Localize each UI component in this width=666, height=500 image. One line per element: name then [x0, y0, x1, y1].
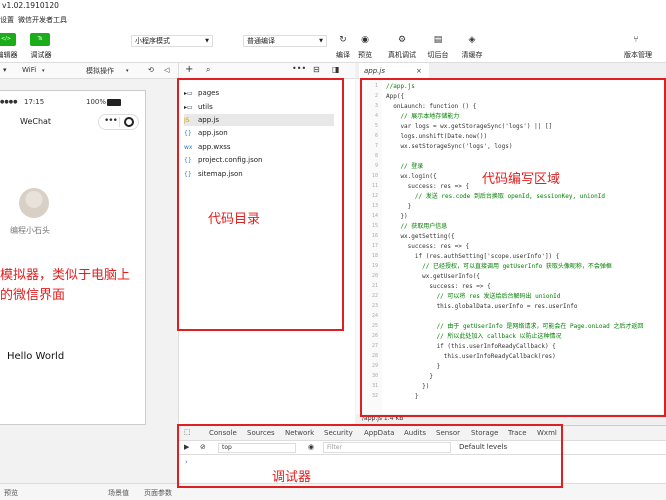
battery-icon	[107, 99, 121, 106]
tab-app-js[interactable]: app.js ×	[359, 63, 429, 79]
nickname: 编程小石头	[10, 226, 50, 235]
nav-title: WeChat	[20, 117, 52, 126]
compile-select-value: 普通编译	[247, 37, 275, 45]
mode-select-value: 小程序模式	[135, 37, 170, 45]
version-control-button[interactable]: 版本管理	[618, 50, 658, 60]
debugger-annotation-label: 调试器	[272, 470, 312, 485]
chevron-down-icon: ▾	[42, 68, 45, 74]
status-time: 17:15	[24, 98, 45, 106]
compile-select[interactable]: 普通编译 ▼	[243, 35, 327, 47]
chevron-down-icon[interactable]: ▾	[3, 66, 7, 74]
simulator-annotation-line2: 的微信界面	[0, 288, 66, 303]
menu-item-devtools[interactable]: 微信开发者工具	[18, 15, 67, 25]
version-control-icon[interactable]: ⑂	[630, 34, 642, 46]
mode-select[interactable]: 小程序模式 ▼	[131, 35, 213, 47]
editor-annotation-label: 代码编写区域	[482, 172, 561, 187]
phone-nav-bar: WeChat •••	[0, 111, 146, 133]
debugger-toggle-label: 调试器	[30, 51, 52, 59]
preview-button[interactable]: 预览	[355, 50, 375, 60]
phone-simulator	[0, 90, 146, 425]
clear-cache-icon[interactable]: ◈	[466, 34, 478, 46]
close-icon[interactable]: ×	[416, 63, 422, 79]
remote-debug-button[interactable]: 真机调试	[385, 50, 419, 60]
page-params-link[interactable]: 页面参数	[144, 488, 172, 498]
avatar	[19, 188, 49, 218]
more-icon[interactable]: •••	[292, 64, 306, 73]
search-icon[interactable]: ⌕	[206, 65, 210, 75]
chevron-down-icon: ▾	[126, 68, 129, 74]
menu-item-settings[interactable]: 设置	[0, 15, 14, 25]
background-icon[interactable]: ▤	[432, 34, 444, 46]
file-tree-toolbar: + ⌕ ••• ⊟ ◨	[179, 63, 355, 79]
debugger-toggle-button[interactable]: Ts	[30, 33, 50, 46]
clear-cache-button[interactable]: 清缓存	[458, 50, 486, 60]
capsule-divider	[119, 117, 120, 127]
editor-toggle-label: 编辑器	[0, 51, 18, 59]
preview-icon[interactable]: ◉	[359, 34, 371, 46]
editor-tabs: app.js ×	[356, 63, 666, 79]
simulate-operation-select[interactable]: 模拟操作	[86, 66, 114, 76]
preview-link[interactable]: 预览	[4, 488, 18, 498]
chevron-down-icon: ▼	[205, 38, 209, 44]
debugger-annotation-box	[177, 424, 563, 488]
more-icon[interactable]: •••	[104, 116, 118, 126]
remote-debug-icon[interactable]: ⚙	[396, 34, 408, 46]
simulator-annotation-line1: 模拟器，类似于电脑上	[0, 268, 131, 283]
tree-annotation-label: 代码目录	[208, 212, 261, 227]
collapse-icon[interactable]: ⊟	[313, 65, 320, 74]
editor-annotation-box	[360, 78, 666, 417]
compile-button[interactable]: 编译	[333, 50, 353, 60]
tree-annotation-box	[177, 78, 344, 331]
volume-icon[interactable]: ◁	[164, 66, 169, 74]
toolbar: </> 编辑器 Ts 调试器 小程序模式 ▼ 普通编译 ▼ ↻ 编译 ◉ 预览 …	[0, 27, 666, 63]
close-mini-program-icon[interactable]	[124, 117, 134, 127]
capsule-menu[interactable]: •••	[98, 114, 139, 130]
hello-text: Hello World	[7, 351, 65, 362]
battery-level: 100%	[86, 98, 107, 106]
title-bar: v1.02.1910120	[0, 0, 666, 12]
add-icon[interactable]: +	[185, 64, 193, 75]
compile-icon[interactable]: ↻	[337, 34, 349, 46]
tab-label: app.js	[364, 67, 385, 75]
network-select[interactable]: WiFi	[22, 66, 36, 74]
rotate-icon[interactable]: ⟲	[148, 66, 154, 74]
menu-bar: 设置 微信开发者工具	[0, 12, 666, 27]
editor-toggle-button[interactable]: </>	[0, 33, 16, 46]
simulator-toolbar: ▾ WiFi ▾ 模拟操作 ▾ ⟲ ◁	[0, 63, 178, 79]
chevron-down-icon: ▼	[319, 38, 323, 44]
phone-status-bar: ●●●● 17:15 100%	[0, 97, 146, 109]
background-button[interactable]: 切后台	[424, 50, 452, 60]
split-icon[interactable]: ◨	[332, 65, 340, 74]
window-title: v1.02.1910120	[2, 1, 59, 10]
signal-icon: ●●●●	[0, 99, 18, 105]
scene-value-link[interactable]: 场景值	[108, 488, 129, 498]
